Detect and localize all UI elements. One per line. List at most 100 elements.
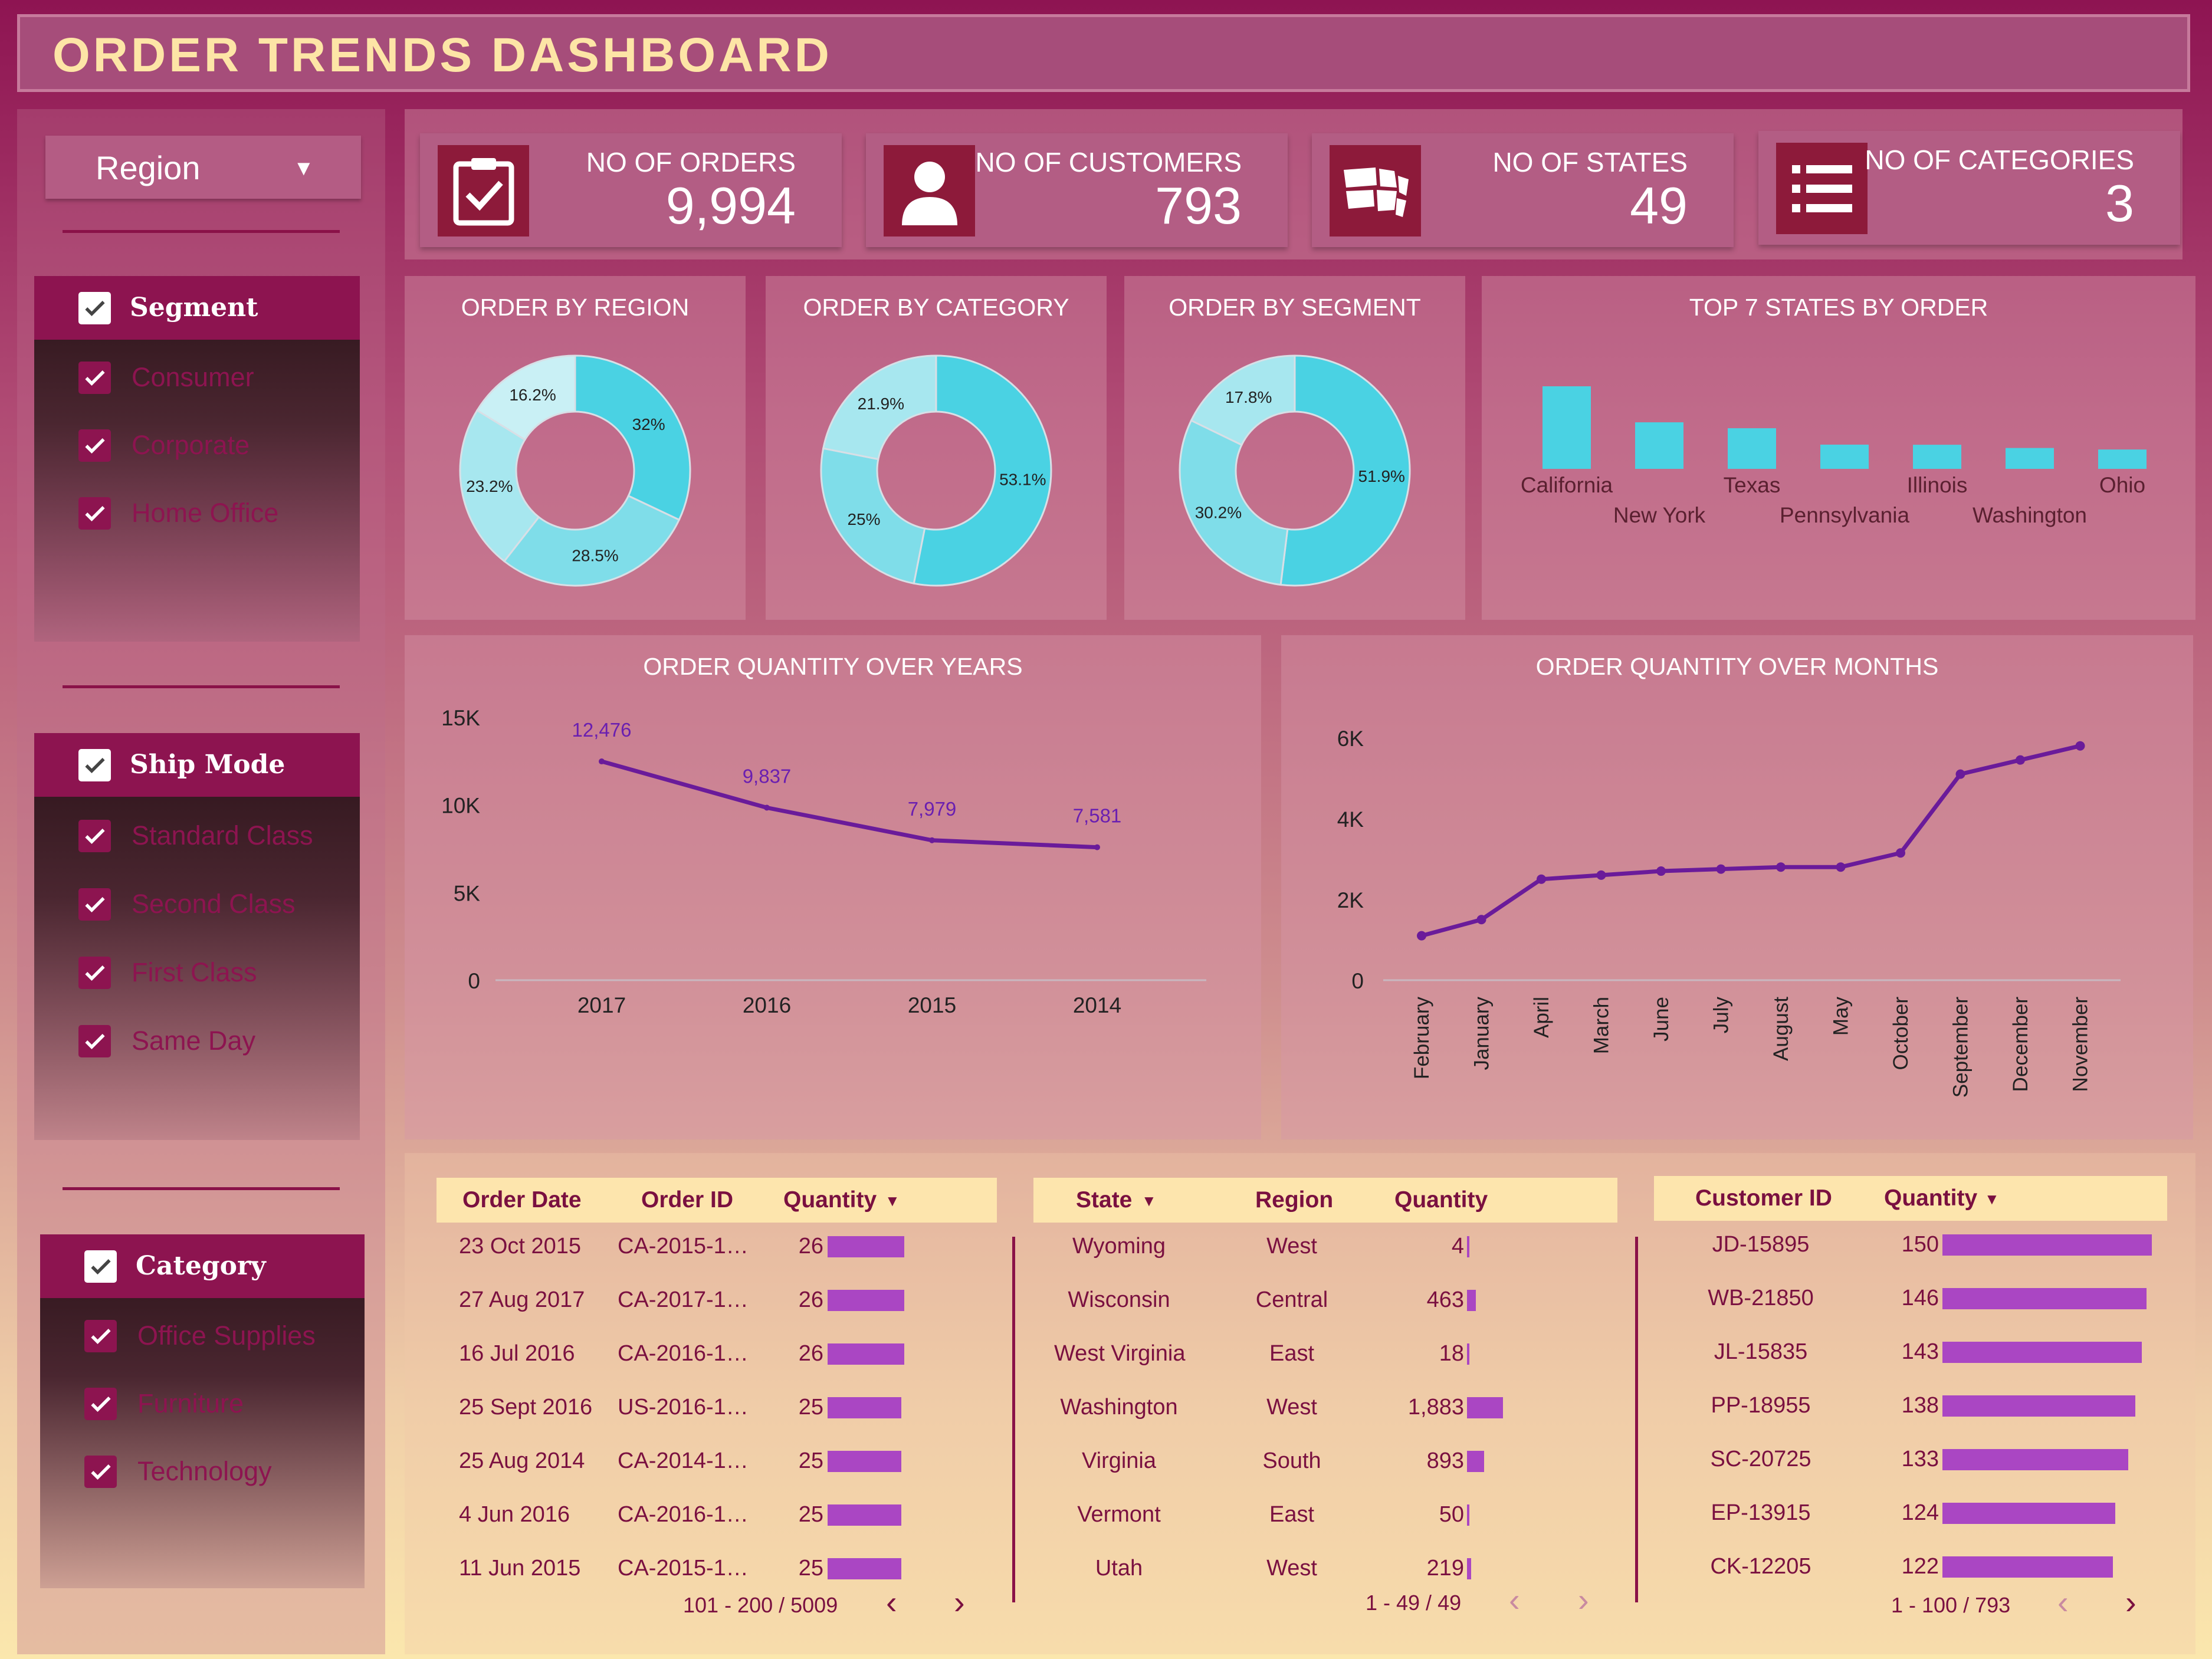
sort-down-icon[interactable]: ▼ (1141, 1192, 1157, 1210)
bar[interactable] (1635, 422, 1683, 469)
cell-customer-id[interactable]: JL-15835 (1693, 1339, 1829, 1365)
column-header-quantity[interactable]: Quantity (1884, 1185, 1977, 1211)
column-header-quantity[interactable]: Quantity (783, 1187, 877, 1213)
cell-quantity[interactable]: 25 (799, 1556, 823, 1581)
data-point[interactable] (1896, 848, 1905, 858)
cell-order-id[interactable]: CA-2016-1… (618, 1502, 749, 1527)
check-icon[interactable] (84, 1388, 117, 1420)
data-point[interactable] (1656, 866, 1666, 876)
data-point[interactable] (599, 758, 605, 765)
check-icon[interactable] (84, 1250, 117, 1283)
cell-quantity[interactable]: 146 (1902, 1286, 1939, 1311)
check-icon[interactable] (78, 292, 111, 324)
bar[interactable] (1543, 386, 1591, 469)
cell-region[interactable]: East (1233, 1341, 1351, 1366)
ship-mode-filter-header[interactable]: Ship Mode (34, 733, 360, 797)
data-point[interactable] (1836, 862, 1846, 872)
cell-quantity[interactable]: 893 (1427, 1448, 1464, 1474)
prev-page-icon[interactable]: ‹ (2057, 1583, 2069, 1621)
cell-region[interactable]: West (1233, 1234, 1351, 1259)
cell-region[interactable]: South (1233, 1448, 1351, 1474)
cell-quantity[interactable]: 150 (1902, 1232, 1939, 1257)
cell-quantity[interactable]: 122 (1902, 1554, 1939, 1579)
cell-order-date[interactable]: 11 Jun 2015 (459, 1556, 580, 1581)
cell-customer-id[interactable]: WB-21850 (1693, 1286, 1829, 1311)
cell-customer-id[interactable]: PP-18955 (1693, 1393, 1829, 1418)
region-dropdown[interactable]: Region ▼ (45, 136, 361, 199)
data-point[interactable] (1955, 769, 1965, 779)
category-option-furniture[interactable]: Furniture (40, 1378, 365, 1431)
category-filter-header[interactable]: Category (40, 1234, 365, 1298)
data-point[interactable] (1537, 874, 1546, 884)
category-option-technology[interactable]: Technology (40, 1446, 365, 1499)
cell-quantity[interactable]: 463 (1427, 1287, 1464, 1313)
data-point[interactable] (1596, 870, 1606, 880)
cell-order-id[interactable]: CA-2015-1… (618, 1234, 749, 1259)
cell-region[interactable]: West (1233, 1395, 1351, 1420)
cell-quantity[interactable]: 26 (799, 1234, 823, 1259)
cell-order-date[interactable]: 25 Sept 2016 (459, 1395, 592, 1420)
check-icon[interactable] (78, 820, 111, 852)
bar[interactable] (1820, 444, 1869, 469)
bar[interactable] (2098, 449, 2147, 469)
cell-quantity[interactable]: 25 (799, 1448, 823, 1474)
cell-customer-id[interactable]: CK-12205 (1693, 1554, 1829, 1579)
cell-state[interactable]: Washington (1054, 1395, 1184, 1420)
cell-quantity[interactable]: 4 (1452, 1234, 1464, 1259)
cell-order-date[interactable]: 4 Jun 2016 (459, 1502, 570, 1527)
cell-order-date[interactable]: 27 Aug 2017 (459, 1287, 585, 1313)
data-point[interactable] (1476, 915, 1486, 925)
cell-order-id[interactable]: CA-2016-1… (618, 1341, 749, 1366)
quantity-over-months-line-chart[interactable]: 0 2K 4K 6K February January April March June July… (1281, 635, 2193, 1139)
order-by-segment-donut[interactable]: 51.9% 30.2% 17.8% (1165, 341, 1425, 600)
cell-region[interactable]: East (1233, 1502, 1351, 1527)
cell-quantity[interactable]: 1,883 (1408, 1395, 1464, 1420)
cell-order-id[interactable]: CA-2015-1… (618, 1556, 749, 1581)
segment-filter-header[interactable]: Segment (34, 276, 360, 340)
cell-quantity[interactable]: 18 (1439, 1341, 1464, 1366)
data-point[interactable] (1094, 844, 1100, 850)
check-icon[interactable] (78, 429, 111, 462)
cell-state[interactable]: West Virginia (1054, 1341, 1185, 1366)
data-point[interactable] (1716, 864, 1726, 874)
next-page-icon[interactable]: › (2125, 1583, 2136, 1621)
check-icon[interactable] (84, 1456, 117, 1488)
bar[interactable] (2006, 448, 2054, 469)
cell-quantity[interactable]: 50 (1439, 1502, 1464, 1527)
cell-quantity[interactable]: 138 (1902, 1393, 1939, 1418)
next-page-icon[interactable]: › (954, 1583, 965, 1621)
cell-order-date[interactable]: 25 Aug 2014 (459, 1448, 585, 1474)
cell-order-id[interactable]: CA-2017-1… (618, 1287, 749, 1313)
cell-state[interactable]: Wisconsin (1054, 1287, 1184, 1313)
series-line[interactable] (1421, 744, 2081, 938)
next-page-icon[interactable]: › (1578, 1581, 1589, 1619)
cell-state[interactable]: Virginia (1054, 1448, 1184, 1474)
data-point[interactable] (2016, 755, 2025, 765)
data-point[interactable] (929, 837, 935, 843)
data-point[interactable] (1776, 862, 1786, 872)
quantity-over-years-line-chart[interactable]: 0 5K 10K 15K 12,476 2017 9,837 2016 7,979 2015 7,5… (405, 635, 1261, 1139)
column-header-order-id[interactable]: Order ID (641, 1187, 733, 1213)
cell-customer-id[interactable]: EP-13915 (1693, 1500, 1829, 1526)
data-point[interactable] (1417, 931, 1426, 941)
ship-mode-option-same-day[interactable]: Same Day (34, 1015, 360, 1068)
column-header-state[interactable]: State (1076, 1187, 1132, 1213)
bar[interactable] (1728, 428, 1776, 469)
data-point[interactable] (2075, 741, 2085, 751)
ship-mode-option-first[interactable]: First Class (34, 947, 360, 1000)
category-option-office-supplies[interactable]: Office Supplies (40, 1310, 365, 1363)
cell-state[interactable]: Vermont (1054, 1502, 1184, 1527)
segment-option-corporate[interactable]: Corporate (34, 419, 360, 472)
donut-slice[interactable] (574, 354, 691, 521)
cell-quantity[interactable]: 133 (1902, 1447, 1939, 1472)
cell-state[interactable]: Utah (1054, 1556, 1184, 1581)
check-icon[interactable] (78, 749, 111, 781)
data-point[interactable] (764, 804, 770, 811)
check-icon[interactable] (78, 1025, 111, 1057)
prev-page-icon[interactable]: ‹ (1509, 1581, 1520, 1619)
cell-quantity[interactable]: 26 (799, 1287, 823, 1313)
sort-down-icon[interactable]: ▼ (885, 1192, 900, 1210)
cell-region[interactable]: Central (1233, 1287, 1351, 1313)
column-header-region[interactable]: Region (1255, 1187, 1333, 1213)
check-icon[interactable] (78, 957, 111, 989)
